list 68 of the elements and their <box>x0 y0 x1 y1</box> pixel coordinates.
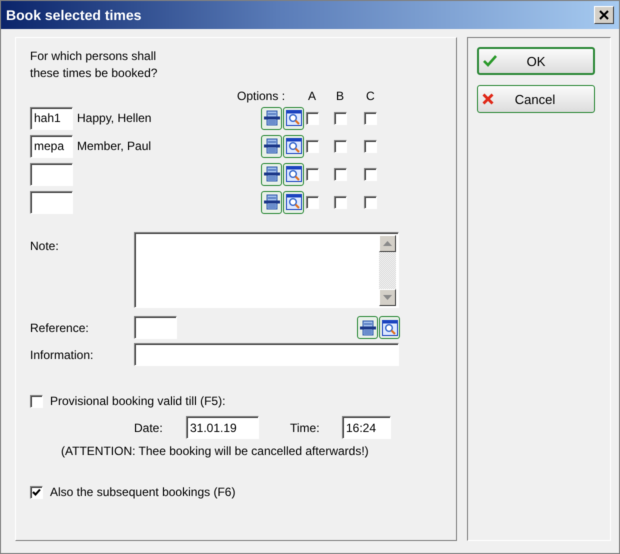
list-button[interactable] <box>261 106 282 130</box>
person-code-field[interactable]: hah1 <box>30 106 73 130</box>
time-field[interactable]: 16:24 <box>342 416 391 439</box>
checkbox[interactable] <box>30 394 43 408</box>
list-button[interactable] <box>261 134 282 158</box>
up-arrow-icon <box>383 241 392 246</box>
checkbox[interactable] <box>30 486 43 498</box>
note-label: Note: <box>30 238 60 253</box>
time-label: Time: <box>290 420 321 434</box>
search-icon <box>286 166 302 182</box>
person-name: Happy, Hellen <box>77 111 152 125</box>
prompt-text: For which persons shall these times be booked? <box>30 48 158 82</box>
search-button[interactable] <box>283 134 304 158</box>
information-field[interactable] <box>134 343 399 366</box>
list-button[interactable] <box>261 190 282 214</box>
subsequent-label: Also the subsequent bookings (F6) <box>50 485 236 499</box>
scrollbar[interactable] <box>379 235 396 306</box>
options-label: Options : <box>237 89 286 103</box>
list-button[interactable] <box>261 162 282 186</box>
list-icon <box>264 110 280 126</box>
checkbox[interactable] <box>306 168 319 180</box>
person-code-field[interactable]: mepa <box>30 134 73 158</box>
checkbox[interactable] <box>306 112 319 124</box>
attention-text: (ATTENTION: Thee booking will be cancelled afterwards!) <box>60 444 370 458</box>
close-icon <box>599 10 609 20</box>
checkbox[interactable] <box>334 196 347 208</box>
list-icon <box>360 320 376 336</box>
list-button[interactable] <box>357 316 378 339</box>
list-icon <box>264 166 280 182</box>
provisional-label: Provisional booking valid till (F5): <box>50 394 226 408</box>
note-field[interactable] <box>134 232 399 308</box>
checkbox[interactable] <box>306 140 319 152</box>
checkbox[interactable] <box>364 140 377 152</box>
column-header: A <box>307 89 318 103</box>
close-icon <box>482 93 494 105</box>
search-icon <box>286 138 302 154</box>
person-code-field[interactable] <box>30 190 73 214</box>
column-header: C <box>365 89 376 103</box>
list-icon <box>264 138 280 154</box>
checkbox[interactable] <box>306 196 319 208</box>
column-header: B <box>335 89 346 103</box>
search-button[interactable] <box>379 316 400 339</box>
reference-label: Reference: <box>30 320 90 334</box>
ok-button[interactable]: OK <box>477 47 595 75</box>
checkmark-icon <box>483 55 497 67</box>
search-icon <box>286 110 302 126</box>
search-button[interactable] <box>283 190 304 214</box>
reference-field[interactable] <box>134 316 177 339</box>
down-arrow-icon <box>383 295 392 300</box>
search-icon <box>382 320 398 336</box>
checkbox[interactable] <box>334 140 347 152</box>
search-icon <box>286 194 302 210</box>
window-title: Book selected times <box>6 7 142 23</box>
checkbox[interactable] <box>364 168 377 180</box>
date-label: Date: <box>134 420 164 434</box>
list-icon <box>264 194 280 210</box>
search-button[interactable] <box>283 106 304 130</box>
checkbox[interactable] <box>364 196 377 208</box>
close-button[interactable] <box>594 6 614 24</box>
date-field[interactable]: 31.01.19 <box>186 416 259 439</box>
checkbox[interactable] <box>364 112 377 124</box>
search-button[interactable] <box>283 162 304 186</box>
checkbox[interactable] <box>334 168 347 180</box>
cancel-button[interactable]: Cancel <box>477 85 595 113</box>
information-label: Information: <box>30 348 94 362</box>
person-code-field[interactable] <box>30 162 73 186</box>
person-name: Member, Paul <box>77 139 152 153</box>
checkbox[interactable] <box>334 112 347 124</box>
